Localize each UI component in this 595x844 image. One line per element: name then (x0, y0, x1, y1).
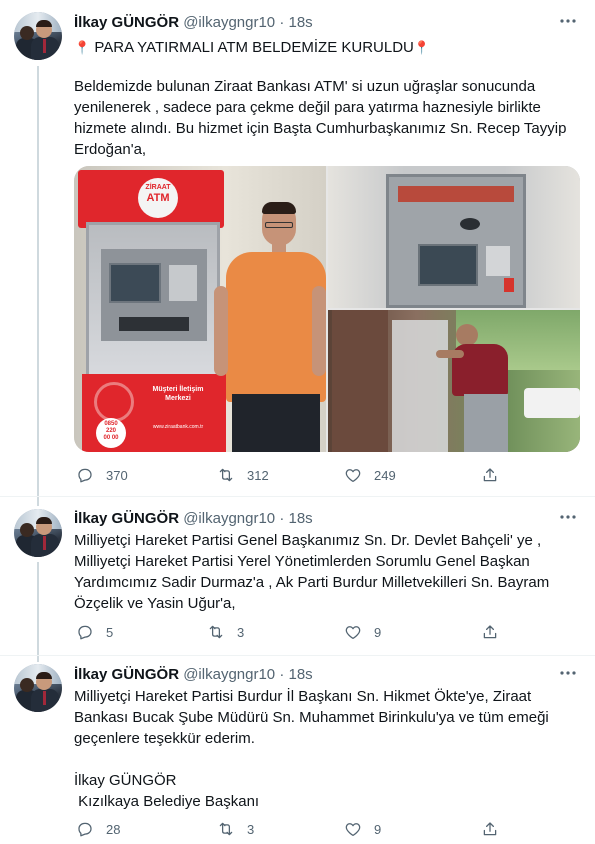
heart-icon (345, 469, 361, 483)
author-name[interactable]: İlkay GÜNGÖR (74, 14, 179, 31)
reply-count: 5 (106, 624, 114, 640)
author-handle[interactable]: @ilkaygngr10 (183, 666, 275, 683)
retweet-count: 3 (247, 821, 255, 837)
retweet-count: 3 (237, 624, 245, 640)
tweet-media-grid[interactable]: ZİRAAT ATM Müşteri İletişim Merkezi 0850… (74, 166, 580, 452)
timestamp[interactable]: 18s (289, 14, 313, 31)
atm-body (86, 222, 220, 382)
tweet-body: Beldemizde bulunan Ziraat Bankası ATM' s… (74, 78, 567, 158)
tweet-actions: 370 312 249 (74, 465, 504, 485)
tweet[interactable]: İlkay GÜNGÖR @ilkaygngr10 · 18s Milliyet… (0, 497, 595, 655)
reply-count: 28 (106, 821, 121, 837)
tweet-actions: 28 3 9 (74, 819, 504, 839)
reply-icon (78, 822, 92, 837)
reply-button[interactable]: 370 (76, 465, 128, 485)
pushpin-icon: 📍 (74, 40, 91, 55)
tweet-actions: 5 3 9 (74, 622, 504, 642)
tweet-body: Milliyetçi Hareket Partisi Burdur İl Baş… (74, 688, 549, 810)
timestamp[interactable]: 18s (289, 666, 313, 683)
like-button[interactable]: 9 (344, 819, 381, 839)
pushpin-icon: 📍 (413, 40, 431, 55)
atm-brand: ZİRAAT (145, 184, 171, 191)
reply-count: 370 (106, 467, 128, 483)
atm-sign: ZİRAAT ATM (78, 170, 224, 228)
share-button[interactable] (481, 819, 499, 839)
avatar[interactable] (14, 664, 62, 712)
like-count: 9 (374, 821, 382, 837)
like-button[interactable]: 9 (344, 622, 381, 642)
retweet-button[interactable]: 3 (207, 622, 244, 642)
share-icon (483, 468, 497, 482)
more-icon[interactable] (559, 508, 577, 531)
title-text: PARA YATIRMALI ATM BELDEMİZE KURULDU (94, 39, 414, 56)
panel-line1: Müşteri İletişim (152, 386, 204, 393)
retweet-button[interactable]: 312 (217, 465, 269, 485)
tweet[interactable]: İlkay GÜNGÖR @ilkaygngr10 · 18s 📍 PARA Y… (0, 0, 595, 496)
retweet-count: 312 (247, 467, 269, 483)
author-handle[interactable]: @ilkaygngr10 (183, 14, 275, 31)
retweet-icon (219, 468, 233, 482)
heart-icon (345, 823, 361, 837)
tweet-header: İlkay GÜNGÖR @ilkaygngr10 · 18s (74, 666, 313, 683)
separator-dot: · (279, 510, 285, 527)
like-count: 249 (374, 467, 396, 483)
reply-icon (78, 468, 92, 483)
more-icon[interactable] (559, 12, 577, 35)
separator-dot: · (279, 14, 285, 31)
share-icon (483, 625, 497, 639)
tweet[interactable]: İlkay GÜNGÖR @ilkaygngr10 · 18s Milliyet… (0, 656, 595, 844)
reply-button[interactable]: 28 (76, 819, 120, 839)
share-button[interactable] (481, 622, 499, 642)
author-name[interactable]: İlkay GÜNGÖR (74, 510, 179, 527)
photo-atm-with-man[interactable]: ZİRAAT ATM Müşteri İletişim Merkezi 0850… (74, 166, 326, 452)
photo-atm-delivery[interactable] (328, 310, 580, 452)
tweet-title: 📍 PARA YATIRMALI ATM BELDEMİZE KURULDU📍 (74, 37, 579, 58)
retweet-button[interactable]: 3 (217, 819, 254, 839)
author-name[interactable]: İlkay GÜNGÖR (74, 666, 179, 683)
reply-icon (78, 625, 92, 640)
tweet-header: İlkay GÜNGÖR @ilkaygngr10 · 18s (74, 14, 313, 31)
panel-url: www.ziraatbank.com.tr (152, 424, 204, 430)
retweet-icon (219, 822, 233, 836)
more-icon[interactable] (559, 664, 577, 687)
like-button[interactable]: 249 (344, 465, 396, 485)
timestamp[interactable]: 18s (289, 510, 313, 527)
panel-line2: Merkezi (165, 395, 191, 402)
share-icon (483, 822, 497, 836)
retweet-icon (209, 625, 223, 639)
heart-icon (345, 626, 361, 640)
atm-info-panel: Müşteri İletişim Merkezi 0850 220 00 00 ww… (82, 374, 226, 452)
avatar[interactable] (14, 509, 62, 557)
tweet-header: İlkay GÜNGÖR @ilkaygngr10 · 18s (74, 510, 313, 527)
author-handle[interactable]: @ilkaygngr10 (183, 510, 275, 527)
separator-dot: · (279, 666, 285, 683)
tweet-body: Milliyetçi Hareket Partisi Genel Başkanı… (74, 532, 550, 612)
panel-phone: 0850 220 00 00 (103, 421, 119, 441)
share-button[interactable] (481, 465, 499, 485)
reply-button[interactable]: 5 (76, 622, 113, 642)
like-count: 9 (374, 624, 382, 640)
atm-sign-text: ATM (146, 192, 170, 204)
photo-atm-closeup[interactable] (328, 166, 580, 308)
avatar[interactable] (14, 12, 62, 60)
